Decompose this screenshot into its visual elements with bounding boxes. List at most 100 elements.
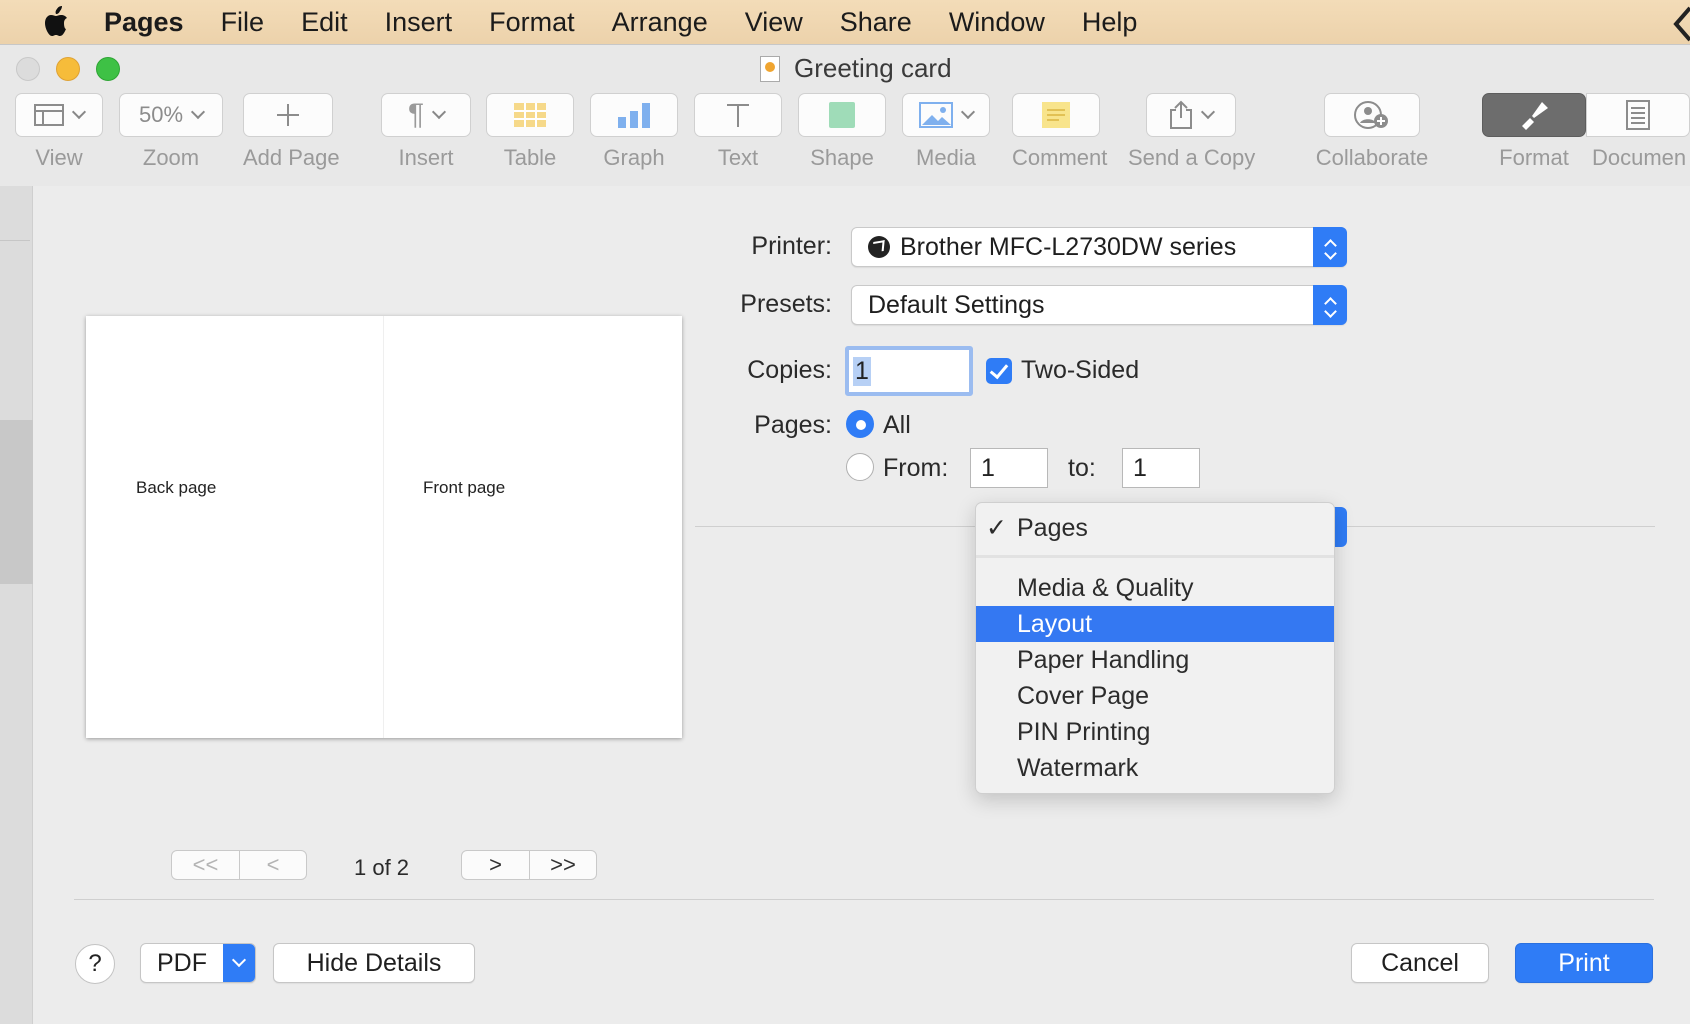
toolbar-send-copy[interactable]: Send a Copy	[1128, 93, 1256, 171]
toolbar-table[interactable]: Table	[486, 93, 574, 171]
comment-button[interactable]	[1012, 93, 1100, 137]
menu-item-media-quality[interactable]: Media & Quality	[976, 570, 1334, 606]
text-button[interactable]	[694, 93, 782, 137]
toolbar-insert[interactable]: ¶ Insert	[381, 93, 471, 171]
menu-item-watermark[interactable]: Watermark	[976, 750, 1334, 786]
toolbar-zoom[interactable]: 50% Zoom	[119, 93, 223, 171]
menu-format[interactable]: Format	[489, 7, 575, 38]
front-page-text: Front page	[423, 478, 506, 497]
graph-button[interactable]	[590, 93, 678, 137]
menu-item-pin-printing[interactable]: PIN Printing	[976, 714, 1334, 750]
previous-page-button[interactable]: <	[239, 851, 306, 879]
next-page-button[interactable]: >	[462, 851, 529, 879]
two-sided-checkbox[interactable]	[986, 358, 1012, 384]
menu-window[interactable]: Window	[949, 7, 1045, 38]
table-button[interactable]	[486, 93, 574, 137]
updown-arrows-icon	[1313, 285, 1347, 325]
from-label: From:	[883, 454, 949, 482]
toolbar-shape[interactable]: Shape	[798, 93, 886, 171]
graph-label: Graph	[603, 145, 665, 170]
last-page-button[interactable]: >>	[529, 851, 596, 879]
copies-label: Copies:	[747, 356, 832, 384]
collaborate-button[interactable]	[1324, 93, 1420, 137]
pilcrow-icon: ¶	[407, 98, 425, 131]
toolbar-text[interactable]: Text	[694, 93, 782, 171]
pages-range-radio[interactable]	[846, 453, 874, 481]
two-sided-label: Two-Sided	[1021, 356, 1140, 384]
toolbar-document[interactable]: Documen	[1586, 93, 1690, 171]
document-button[interactable]	[1586, 93, 1690, 137]
print-preview: Back page Front page	[86, 316, 682, 738]
first-page-button[interactable]: <<	[172, 851, 239, 879]
comment-icon	[1042, 102, 1070, 128]
cancel-button[interactable]: Cancel	[1351, 943, 1489, 983]
menu-edit[interactable]: Edit	[301, 7, 348, 38]
close-button[interactable]	[16, 57, 40, 81]
toolbar-format[interactable]: Format	[1482, 93, 1586, 171]
bar-chart-icon	[618, 103, 650, 128]
add-page-label: Add Page	[243, 145, 340, 170]
menu-item-paper-handling[interactable]: Paper Handling	[976, 642, 1334, 678]
back-page-text: Back page	[136, 478, 217, 497]
pdf-button[interactable]: PDF	[140, 943, 256, 983]
presets-select[interactable]: Default Settings	[851, 285, 1347, 325]
apple-icon[interactable]	[40, 5, 74, 39]
shape-button[interactable]	[798, 93, 886, 137]
menu-insert[interactable]: Insert	[385, 7, 453, 38]
menu-item-cover-page[interactable]: Cover Page	[976, 678, 1334, 714]
menu-item-layout[interactable]: Layout	[976, 606, 1334, 642]
zoom-button[interactable]	[96, 57, 120, 81]
menu-file[interactable]: File	[221, 7, 265, 38]
toolbar-view[interactable]: View	[15, 93, 103, 171]
divider	[0, 240, 30, 241]
document-label: Documen	[1592, 145, 1687, 170]
send-copy-label: Send a Copy	[1128, 145, 1256, 170]
checkmark-icon: ✓	[986, 514, 1007, 542]
view-button[interactable]	[15, 93, 103, 137]
copies-input[interactable]: 1	[845, 346, 973, 396]
document-icon	[760, 55, 780, 82]
sidebar-strip	[0, 186, 33, 1024]
menu-help[interactable]: Help	[1082, 7, 1138, 38]
minimize-button[interactable]	[56, 57, 80, 81]
status-icon[interactable]	[1670, 4, 1690, 44]
toolbar-comment[interactable]: Comment	[1012, 93, 1107, 171]
printer-select[interactable]: Brother MFC-L2730DW series	[851, 227, 1347, 267]
to-value: 1	[1133, 453, 1147, 482]
footer-divider	[74, 899, 1654, 900]
from-input[interactable]: 1	[970, 448, 1048, 488]
menu-view[interactable]: View	[745, 7, 803, 38]
image-icon	[919, 102, 953, 128]
to-input[interactable]: 1	[1122, 448, 1200, 488]
shape-icon	[829, 102, 855, 128]
menu-share[interactable]: Share	[840, 7, 912, 38]
toolbar-add-page[interactable]: Add Page	[243, 93, 340, 171]
toolbar-graph[interactable]: Graph	[590, 93, 678, 171]
chevron-down-icon	[223, 944, 255, 982]
zoom-select[interactable]: 50%	[119, 93, 223, 137]
toolbar-collaborate[interactable]: Collaborate	[1310, 93, 1434, 171]
menu-item-pages[interactable]: ✓ Pages	[976, 510, 1334, 546]
hide-details-button[interactable]: Hide Details	[273, 943, 475, 983]
pdf-label: PDF	[157, 948, 207, 977]
chevron-down-icon	[960, 104, 976, 120]
updown-arrows-icon	[1313, 227, 1347, 267]
menu-pages[interactable]: Pages	[104, 7, 184, 38]
media-button[interactable]	[902, 93, 990, 137]
add-page-button[interactable]	[243, 93, 333, 137]
toolbar-media[interactable]: Media	[902, 93, 990, 171]
pages-label: Pages:	[754, 411, 832, 439]
format-button[interactable]	[1482, 93, 1586, 137]
menu-item-pages-label: Pages	[1017, 514, 1088, 542]
pages-all-radio[interactable]	[846, 410, 874, 438]
printer-label: Printer:	[751, 232, 832, 260]
insert-button[interactable]: ¶	[381, 93, 471, 137]
print-button[interactable]: Print	[1515, 943, 1653, 983]
menu-arrange[interactable]: Arrange	[612, 7, 708, 38]
send-copy-button[interactable]	[1146, 93, 1236, 137]
pager-forward: > >>	[461, 850, 597, 880]
paintbrush-icon	[1522, 102, 1548, 130]
text-icon	[727, 104, 749, 127]
help-button[interactable]: ?	[75, 944, 115, 984]
view-label: View	[35, 145, 83, 170]
